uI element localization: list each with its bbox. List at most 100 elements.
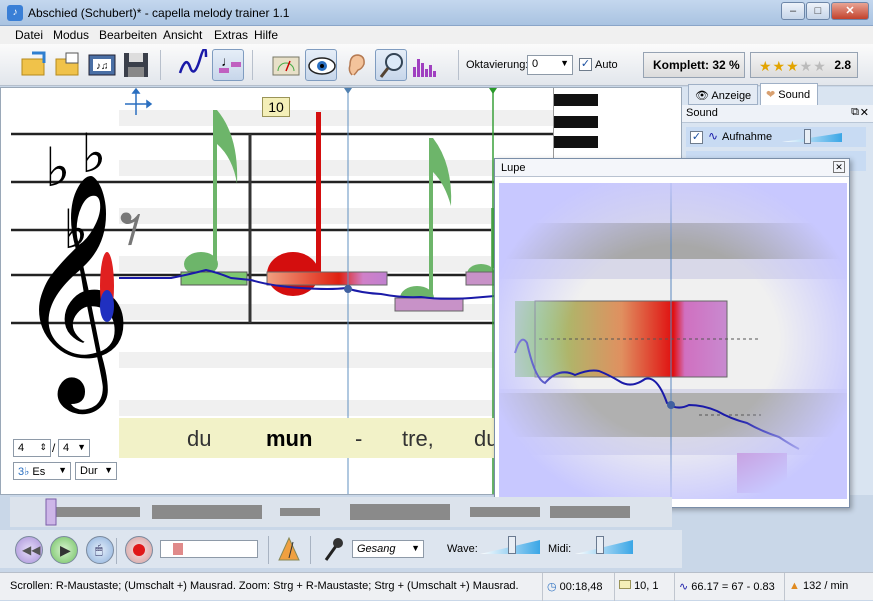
tab-anzeige[interactable]: 👁 Anzeige bbox=[688, 84, 758, 105]
time-sig-denominator[interactable]: 4 ▼ bbox=[58, 439, 90, 457]
time-sig-slash: / bbox=[52, 441, 56, 455]
instrument-select[interactable]: Gesang ▼ bbox=[352, 540, 424, 558]
key-select[interactable]: 3♭ Es ▼ bbox=[13, 462, 71, 480]
view-eye-button[interactable] bbox=[305, 49, 337, 81]
spectrum-bars-icon bbox=[413, 59, 436, 77]
rewind-icon: ◀◀ bbox=[22, 543, 41, 557]
close-button[interactable]: ✕ bbox=[831, 2, 869, 20]
magnifier-window[interactable]: Lupe ✕ bbox=[494, 158, 850, 508]
svg-text:♩: ♩ bbox=[221, 53, 235, 69]
maximize-button[interactable]: □ bbox=[806, 2, 830, 20]
status-tempo: ▲ 132 / min bbox=[784, 573, 873, 601]
spectrum-button[interactable] bbox=[410, 49, 442, 81]
eighth-rest: 𝄾 bbox=[119, 177, 143, 282]
open-recent-button[interactable] bbox=[52, 49, 84, 81]
menu-ansicht[interactable]: Ansicht bbox=[163, 28, 202, 42]
notes-view-button[interactable]: ♩ bbox=[212, 49, 244, 81]
floppy-disk-icon bbox=[124, 53, 148, 77]
time-sig-numerator[interactable]: 4 ⇕ bbox=[13, 439, 51, 457]
magnifier-button[interactable] bbox=[375, 49, 407, 81]
app-icon: ♪ bbox=[7, 5, 23, 21]
open-folder-button[interactable] bbox=[18, 49, 50, 81]
metronome-icon[interactable] bbox=[276, 536, 302, 562]
flat-sign: ♭ bbox=[45, 136, 70, 199]
volume-slider[interactable] bbox=[782, 133, 842, 142]
close-icon[interactable]: ✕ bbox=[860, 106, 869, 119]
key-value: Es bbox=[32, 466, 46, 478]
record-button[interactable] bbox=[125, 536, 153, 564]
folder-grid-icon bbox=[55, 52, 79, 76]
complete-percent-box: Komplett: 32 % bbox=[643, 52, 745, 78]
menu-hilfe[interactable]: Hilfe bbox=[254, 28, 278, 42]
score-button[interactable]: ♪♫ bbox=[86, 49, 118, 81]
time-sig-den-value: 4 bbox=[63, 442, 70, 454]
status-hint: Scrollen: R-Maustaste; (Umschalt +) Maus… bbox=[10, 580, 519, 592]
octave-select[interactable]: 0 ▼ bbox=[527, 55, 573, 75]
pitch-curve-button[interactable] bbox=[176, 47, 208, 81]
slider-handle[interactable] bbox=[804, 129, 811, 144]
recording-label: Aufnahme bbox=[722, 131, 773, 143]
window-title: Abschied (Schubert)* - capella melody tr… bbox=[28, 6, 290, 20]
chevron-down-icon: ▼ bbox=[77, 442, 86, 452]
rating-box: ★★★★★ 2.8 bbox=[750, 52, 858, 78]
status-time-value: 00:18,48 bbox=[559, 581, 603, 593]
auto-label: Auto bbox=[595, 59, 618, 71]
sound-row-recording[interactable]: ✓ ∿ Aufnahme bbox=[686, 127, 866, 147]
status-tempo-value: 132 / min bbox=[802, 580, 849, 592]
ear-icon: ❤ bbox=[766, 89, 776, 101]
menu-bearbeiten[interactable]: Bearbeiten bbox=[99, 28, 157, 42]
save-button[interactable] bbox=[120, 49, 152, 81]
wave-label: Wave: bbox=[447, 543, 478, 555]
waveform-canvas bbox=[45, 498, 630, 526]
microphone-icon bbox=[324, 538, 343, 561]
spin-arrows-icon: ⇕ bbox=[39, 442, 47, 452]
progress-marker bbox=[173, 543, 183, 555]
chevron-down-icon: ▼ bbox=[560, 58, 569, 68]
tuner-button[interactable] bbox=[270, 49, 302, 81]
clock-icon: ◷ bbox=[547, 581, 557, 593]
note-bars-icon: ♩ bbox=[219, 53, 241, 73]
play-button[interactable]: ▶ bbox=[50, 536, 78, 564]
rewind-button[interactable]: ◀◀ bbox=[15, 536, 43, 564]
flat-sign: ♭ bbox=[63, 198, 88, 261]
midi-volume-slider[interactable] bbox=[575, 540, 633, 554]
lyric-syllable: mun bbox=[266, 426, 313, 451]
mouse-button[interactable]: 🖱 bbox=[86, 536, 114, 564]
lyric-syllable: - bbox=[355, 426, 363, 451]
status-position: 10, 1 bbox=[614, 573, 674, 601]
flat-sign: ♭ bbox=[81, 122, 106, 185]
menu-modus[interactable]: Modus bbox=[53, 28, 89, 42]
chevron-down-icon: ▼ bbox=[411, 543, 420, 553]
wave-icon: ∿ bbox=[679, 581, 689, 593]
score-sheet-icon: ♪♫ bbox=[88, 54, 116, 76]
status-bar: Scrollen: R-Maustaste; (Umschalt +) Maus… bbox=[0, 572, 873, 601]
waveform-overview[interactable] bbox=[10, 497, 672, 527]
close-icon[interactable]: ✕ bbox=[833, 161, 845, 173]
sound-section-header: Sound ⧉ ✕ bbox=[682, 105, 873, 123]
midi-slider-handle[interactable] bbox=[596, 536, 604, 554]
flat-icon: 3♭ bbox=[18, 466, 30, 478]
menu-datei[interactable]: Datei bbox=[15, 28, 43, 42]
listen-ear-button[interactable] bbox=[340, 49, 372, 81]
play-icon: ▶ bbox=[60, 542, 71, 558]
magnifier-titlebar[interactable]: Lupe ✕ bbox=[495, 159, 849, 177]
tab-sound-label: Sound bbox=[778, 89, 811, 101]
tab-anzeige-label: Anzeige bbox=[711, 90, 752, 102]
chevron-down-icon: ▼ bbox=[104, 465, 113, 475]
mode-select[interactable]: Dur ▼ bbox=[75, 462, 117, 480]
status-pitch: ∿ 66.17 = 67 - 0.83 bbox=[674, 573, 784, 601]
float-icon[interactable]: ⧉ bbox=[851, 106, 859, 119]
menu-bar: Datei Modus Bearbeiten Ansicht Extras Hi… bbox=[0, 26, 873, 44]
record-progress-bar[interactable] bbox=[160, 540, 258, 558]
ear-icon bbox=[348, 54, 365, 76]
rating-stars: ★★★★★ bbox=[759, 58, 827, 74]
menu-extras[interactable]: Extras bbox=[214, 28, 248, 42]
wave-slider-handle[interactable] bbox=[508, 536, 516, 554]
tab-sound[interactable]: ❤ Sound bbox=[760, 83, 818, 105]
pitch-curve-icon bbox=[178, 47, 208, 74]
auto-checkbox[interactable]: ✓ bbox=[579, 58, 592, 71]
record-icon bbox=[133, 544, 145, 556]
tuner-gauge-icon bbox=[272, 56, 300, 76]
recording-checkbox[interactable]: ✓ bbox=[690, 131, 703, 144]
minimize-button[interactable]: – bbox=[781, 2, 805, 20]
